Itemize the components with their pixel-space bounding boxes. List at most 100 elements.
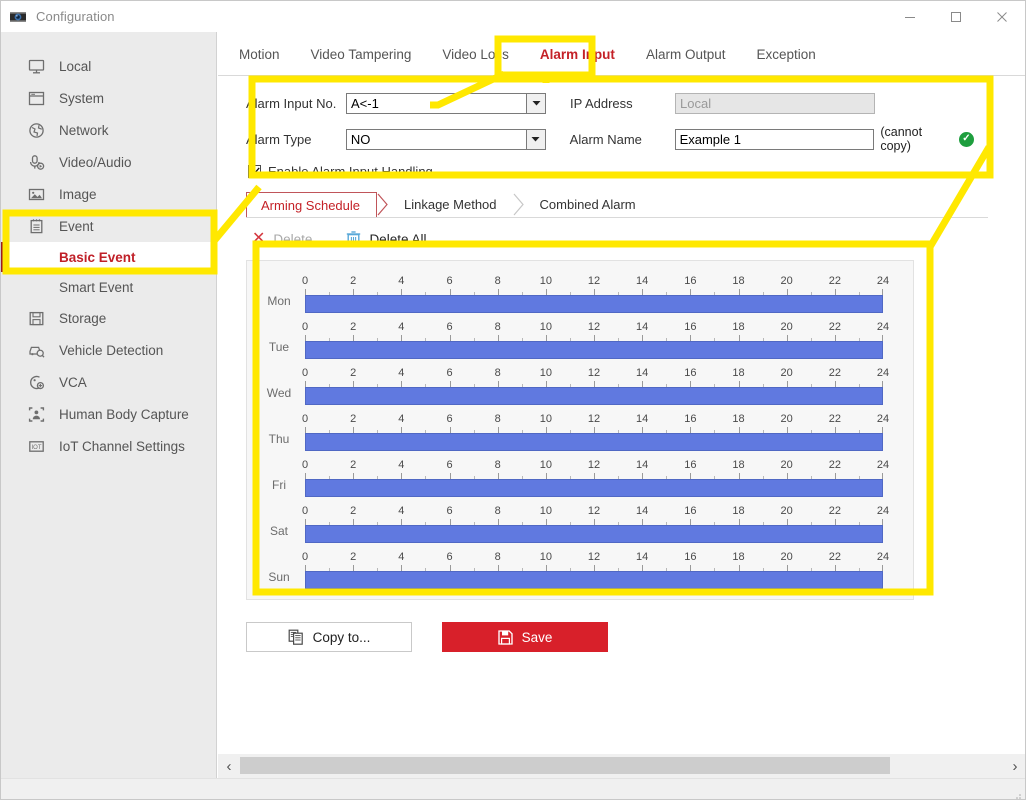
scroll-left-arrow-icon[interactable]: ‹ [218, 754, 240, 778]
chevron-down-icon[interactable] [526, 94, 545, 113]
sidebar-item-network[interactable]: Network [1, 114, 216, 146]
alarm-name-input[interactable]: Example 1 [675, 129, 875, 150]
alarm-type-label: Alarm Type [246, 132, 346, 147]
car-search-icon [27, 341, 46, 360]
schedule-track[interactable]: 024681012141618202224 [305, 321, 883, 359]
sidebar-item-local[interactable]: Local [1, 50, 216, 82]
schedule-axis-tick-label: 14 [636, 459, 648, 471]
tab-video-tampering[interactable]: Video Tampering [311, 47, 412, 62]
form-row-alarm-type: Alarm Type NO Alarm Name Example 1 (cann… [246, 124, 974, 154]
delete-all-button[interactable]: Delete All [346, 231, 426, 247]
subtab-linkage-method[interactable]: Linkage Method [390, 192, 513, 217]
schedule-day-label: Wed [255, 386, 303, 400]
schedule-track[interactable]: 024681012141618202224 [305, 275, 883, 313]
schedule-axis-tick-label: 20 [781, 413, 793, 425]
alarm-type-select[interactable]: NO [346, 129, 546, 150]
chevron-down-icon[interactable] [526, 130, 545, 149]
enable-alarm-input-handling-checkbox[interactable] [248, 165, 261, 178]
sidebar-item-image[interactable]: Image [1, 178, 216, 210]
schedule-axis-tick-label: 10 [540, 321, 552, 333]
schedule-axis-tick-label: 20 [781, 551, 793, 563]
schedule-axis-tick-label: 12 [588, 459, 600, 471]
subtab-combined-alarm[interactable]: Combined Alarm [526, 192, 652, 217]
schedule-axis-tick-label: 6 [446, 275, 452, 287]
tab-alarm-input[interactable]: Alarm Input [540, 47, 615, 62]
check-circle-icon: ✓ [959, 132, 974, 147]
maximize-button[interactable] [933, 1, 979, 32]
schedule-bar[interactable] [305, 479, 883, 497]
sidebar-item-label: Image [59, 187, 97, 202]
scroll-right-arrow-icon[interactable]: › [1004, 754, 1026, 778]
schedule-axis-tick-label: 22 [829, 367, 841, 379]
schedule-axis-tick-label: 12 [588, 321, 600, 333]
schedule-row[interactable]: Thu024681012141618202224 [247, 408, 913, 454]
sidebar-item-video-audio[interactable]: Video/Audio [1, 146, 216, 178]
schedule-axis-tick-label: 4 [398, 459, 404, 471]
ip-address-field: Local [675, 93, 875, 114]
horizontal-scrollbar[interactable]: ‹ › [218, 754, 1026, 778]
monitor-icon [27, 57, 46, 76]
delete-button[interactable]: ✕ Delete [252, 231, 312, 247]
schedule-axis-tick-label: 2 [350, 459, 356, 471]
scrollbar-thumb[interactable] [240, 757, 890, 774]
schedule-track[interactable]: 024681012141618202224 [305, 551, 883, 589]
form-row-alarm-input-no: Alarm Input No. A<-1 IP Address Local [246, 88, 974, 118]
delete-all-label: Delete All [369, 232, 426, 247]
schedule-row[interactable]: Mon024681012141618202224 [247, 270, 913, 316]
schedule-bar[interactable] [305, 387, 883, 405]
tab-video-loss[interactable]: Video Loss [442, 47, 509, 62]
sidebar-item-storage[interactable]: Storage [1, 302, 216, 334]
save-label: Save [522, 630, 553, 645]
schedule-axis-tick-label: 20 [781, 367, 793, 379]
schedule-axis-tick-label: 18 [732, 367, 744, 379]
camera-icon [9, 8, 27, 26]
schedule-track[interactable]: 024681012141618202224 [305, 505, 883, 543]
minimize-button[interactable] [887, 1, 933, 32]
schedule-axis-tick-label: 24 [877, 551, 889, 563]
schedule-axis-tick-label: 8 [495, 459, 501, 471]
enable-alarm-input-handling-label: Enable Alarm Input Handling [268, 164, 433, 179]
sidebar-item-vehicle-detection[interactable]: Vehicle Detection [1, 334, 216, 366]
save-button[interactable]: Save [442, 622, 608, 652]
schedule-bar[interactable] [305, 295, 883, 313]
schedule-axis-tick-label: 0 [302, 275, 308, 287]
schedule-row[interactable]: Tue024681012141618202224 [247, 316, 913, 362]
sub-tab-bar: Arming Schedule Linkage Method Combined … [246, 192, 988, 218]
schedule-row[interactable]: Sat024681012141618202224 [247, 500, 913, 546]
schedule-axis-tick-label: 4 [398, 413, 404, 425]
subtab-arming-schedule[interactable]: Arming Schedule [246, 192, 377, 217]
scrollbar-trough[interactable] [240, 754, 1004, 778]
tab-exception[interactable]: Exception [756, 47, 815, 62]
enable-alarm-input-handling-row[interactable]: Enable Alarm Input Handling [246, 160, 974, 182]
close-button[interactable] [979, 1, 1025, 32]
schedule-track[interactable]: 024681012141618202224 [305, 367, 883, 405]
schedule-track[interactable]: 024681012141618202224 [305, 459, 883, 497]
sidebar-item-smart-event[interactable]: Smart Event [1, 272, 216, 302]
schedule-row[interactable]: Wed024681012141618202224 [247, 362, 913, 408]
schedule-bar[interactable] [305, 433, 883, 451]
sidebar-item-event[interactable]: Event [1, 210, 216, 242]
schedule-bar[interactable] [305, 525, 883, 543]
sidebar-item-vca[interactable]: VCA [1, 366, 216, 398]
sidebar-item-basic-event[interactable]: Basic Event [1, 242, 216, 272]
sidebar-item-iot-channel-settings[interactable]: IOT IoT Channel Settings [1, 430, 216, 462]
sidebar-item-system[interactable]: System [1, 82, 216, 114]
tab-alarm-output[interactable]: Alarm Output [646, 47, 726, 62]
copy-to-button[interactable]: Copy to... [246, 622, 412, 652]
svg-text:IOT: IOT [32, 445, 42, 451]
floppy-icon [27, 309, 46, 328]
schedule-row[interactable]: Sun024681012141618202224 [247, 546, 913, 592]
arming-schedule-grid[interactable]: Mon024681012141618202224Tue0246810121416… [246, 260, 914, 600]
schedule-axis-tick-label: 24 [877, 459, 889, 471]
schedule-bar[interactable] [305, 341, 883, 359]
tab-motion[interactable]: Motion [239, 47, 280, 62]
alarm-input-no-select[interactable]: A<-1 [346, 93, 546, 114]
schedule-axis-tick-label: 2 [350, 321, 356, 333]
schedule-bar[interactable] [305, 571, 883, 589]
resize-grip-icon[interactable] [1012, 787, 1022, 797]
schedule-track[interactable]: 024681012141618202224 [305, 413, 883, 451]
schedule-axis-tick-label: 18 [732, 459, 744, 471]
schedule-row[interactable]: Fri024681012141618202224 [247, 454, 913, 500]
picture-icon [27, 185, 46, 204]
sidebar-item-human-body-capture[interactable]: Human Body Capture [1, 398, 216, 430]
